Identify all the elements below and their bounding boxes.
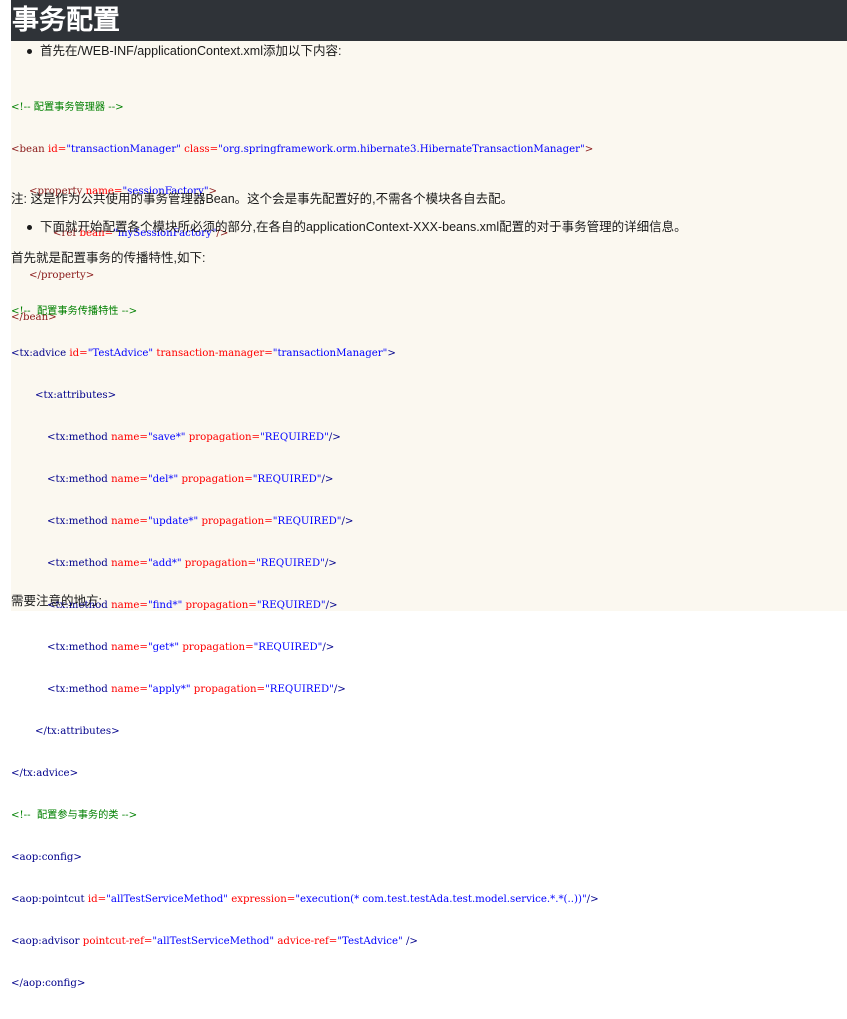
code-line: <tx:attributes> — [35, 390, 117, 401]
code-line: <aop:config> — [11, 852, 82, 863]
bullet-dot — [27, 225, 32, 230]
code-line: <tx:method name="apply*" propagation="RE… — [47, 684, 346, 695]
code-line: </tx:attributes> — [35, 726, 120, 737]
bullet-text-2: 下面就开始配置各个模块所必须的部分,在各自的applicationContext… — [40, 220, 687, 234]
note-text-1: 注: 这是作为公共使用的事务管理器Bean。这个会是事先配置好的,不需各个模块各… — [11, 192, 514, 206]
code-line: <tx:method name="save*" propagation="REQ… — [47, 432, 341, 443]
code-line: <tx:method name="get*" propagation="REQU… — [47, 642, 335, 653]
article-page: 事务配置 首先在/WEB-INF/applicationContext.xml添… — [11, 0, 847, 989]
bullet-dot — [27, 49, 32, 54]
code-line: <tx:advice id="TestAdvice" transaction-m… — [11, 348, 396, 359]
code-line: <tx:method name="update*" propagation="R… — [47, 516, 354, 527]
note-text-2: 首先就是配置事务的传播特性,如下: — [11, 251, 206, 265]
code-line: <aop:pointcut id="allTestServiceMethod" … — [11, 894, 599, 905]
page-title: 事务配置 — [11, 0, 847, 41]
code-line: <tx:method name="add*" propagation="REQU… — [47, 558, 337, 569]
code-block-tx-advice: <!-- 配置事务传播特性 --> <tx:advice id="TestAdv… — [11, 277, 599, 1019]
code-comment: <!-- 配置事务传播特性 --> — [11, 306, 138, 317]
code-line: </aop:config> — [11, 978, 86, 989]
note-text-3: 需要注意的地方: — [11, 594, 102, 608]
bullet-text-1: 首先在/WEB-INF/applicationContext.xml添加以下内容… — [40, 44, 342, 58]
code-comment: <!-- 配置参与事务的类 --> — [11, 810, 138, 821]
code-comment: <!-- 配置事务管理器 --> — [11, 102, 124, 113]
code-line: </tx:advice> — [11, 768, 79, 779]
code-line: <aop:advisor pointcut-ref="allTestServic… — [11, 936, 418, 947]
code-line: <bean id="transactionManager" class="org… — [11, 144, 594, 155]
code-line: <tx:method name="del*" propagation="REQU… — [47, 474, 334, 485]
